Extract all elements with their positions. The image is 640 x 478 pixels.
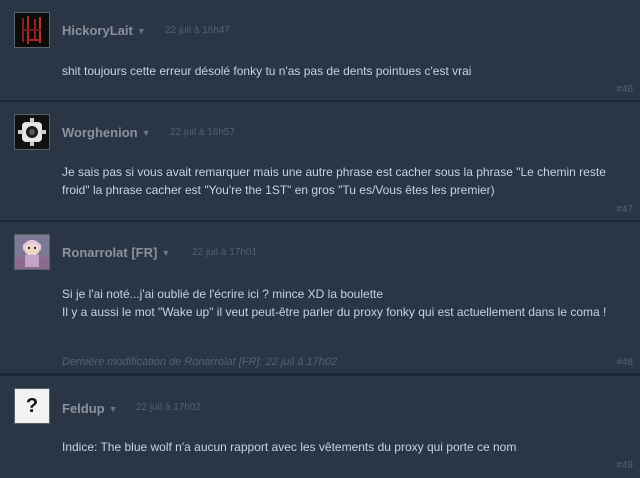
timestamp: 22 juil à 17h01	[192, 247, 258, 258]
author-name[interactable]: HickoryLait ▼	[62, 23, 146, 38]
comment: Ronarrolat [FR] ▼ 22 juil à 17h01 Si je l…	[0, 222, 640, 373]
timestamp: 22 juil à 17h02	[136, 402, 202, 413]
comment-thread: HickoryLait ▼ 22 juil à 16h47 shit toujou…	[0, 0, 640, 478]
author-name[interactable]: Feldup ▼	[62, 401, 118, 416]
author-name[interactable]: Worghenion ▼	[62, 125, 151, 140]
author-name[interactable]: Ronarrolat [FR] ▼	[62, 245, 170, 260]
chevron-down-icon[interactable]: ▼	[161, 248, 170, 258]
author-name-text[interactable]: Feldup	[62, 401, 105, 416]
chevron-down-icon[interactable]: ▼	[142, 128, 151, 138]
timestamp: 22 juil à 16h57	[170, 127, 236, 138]
timestamp: 22 juil à 16h47	[165, 25, 231, 36]
comment-text: Je sais pas si vous avait remarquer mais…	[62, 165, 606, 197]
comment-number[interactable]: #46	[616, 84, 633, 95]
comment-text: Si je l'ai noté...j'ai oublié de l'écrir…	[62, 286, 626, 321]
comment-number[interactable]: #47	[616, 204, 633, 215]
edit-note: Dernière modification de Ronarrolat [FR]…	[62, 356, 338, 368]
comment-text: Indice: The blue wolf n'a aucun rapport …	[62, 440, 517, 454]
comment-number[interactable]: #49	[616, 460, 633, 471]
comment-text-line: Il y a aussi le mot "Wake up" il veut pe…	[62, 304, 607, 319]
comment: ? Feldup ▼ 22 juil à 17h02 Indice: The bl…	[0, 376, 640, 478]
author-name-text[interactable]: Ronarrolat [FR]	[62, 245, 157, 260]
comment-text: shit toujours cette erreur désolé fonky …	[62, 64, 472, 78]
avatar-image	[15, 13, 49, 47]
avatar-image	[15, 115, 49, 149]
avatar[interactable]	[14, 12, 50, 48]
comment: Worghenion ▼ 22 juil à 16h57 Je sais pas …	[0, 102, 640, 220]
author-name-text[interactable]: HickoryLait	[62, 23, 133, 38]
avatar[interactable]	[14, 234, 50, 270]
author-name-text[interactable]: Worghenion	[62, 125, 138, 140]
comment-text-line: Si je l'ai noté...j'ai oublié de l'écrir…	[62, 287, 384, 301]
comment: HickoryLait ▼ 22 juil à 16h47 shit toujou…	[0, 0, 640, 100]
avatar-image	[15, 235, 49, 269]
avatar[interactable]	[14, 114, 50, 150]
chevron-down-icon[interactable]: ▼	[137, 26, 146, 36]
question-mark-icon: ?	[25, 395, 39, 417]
comment-number[interactable]: #48	[616, 357, 633, 368]
avatar[interactable]: ?	[14, 388, 50, 424]
chevron-down-icon[interactable]: ▼	[109, 404, 118, 414]
